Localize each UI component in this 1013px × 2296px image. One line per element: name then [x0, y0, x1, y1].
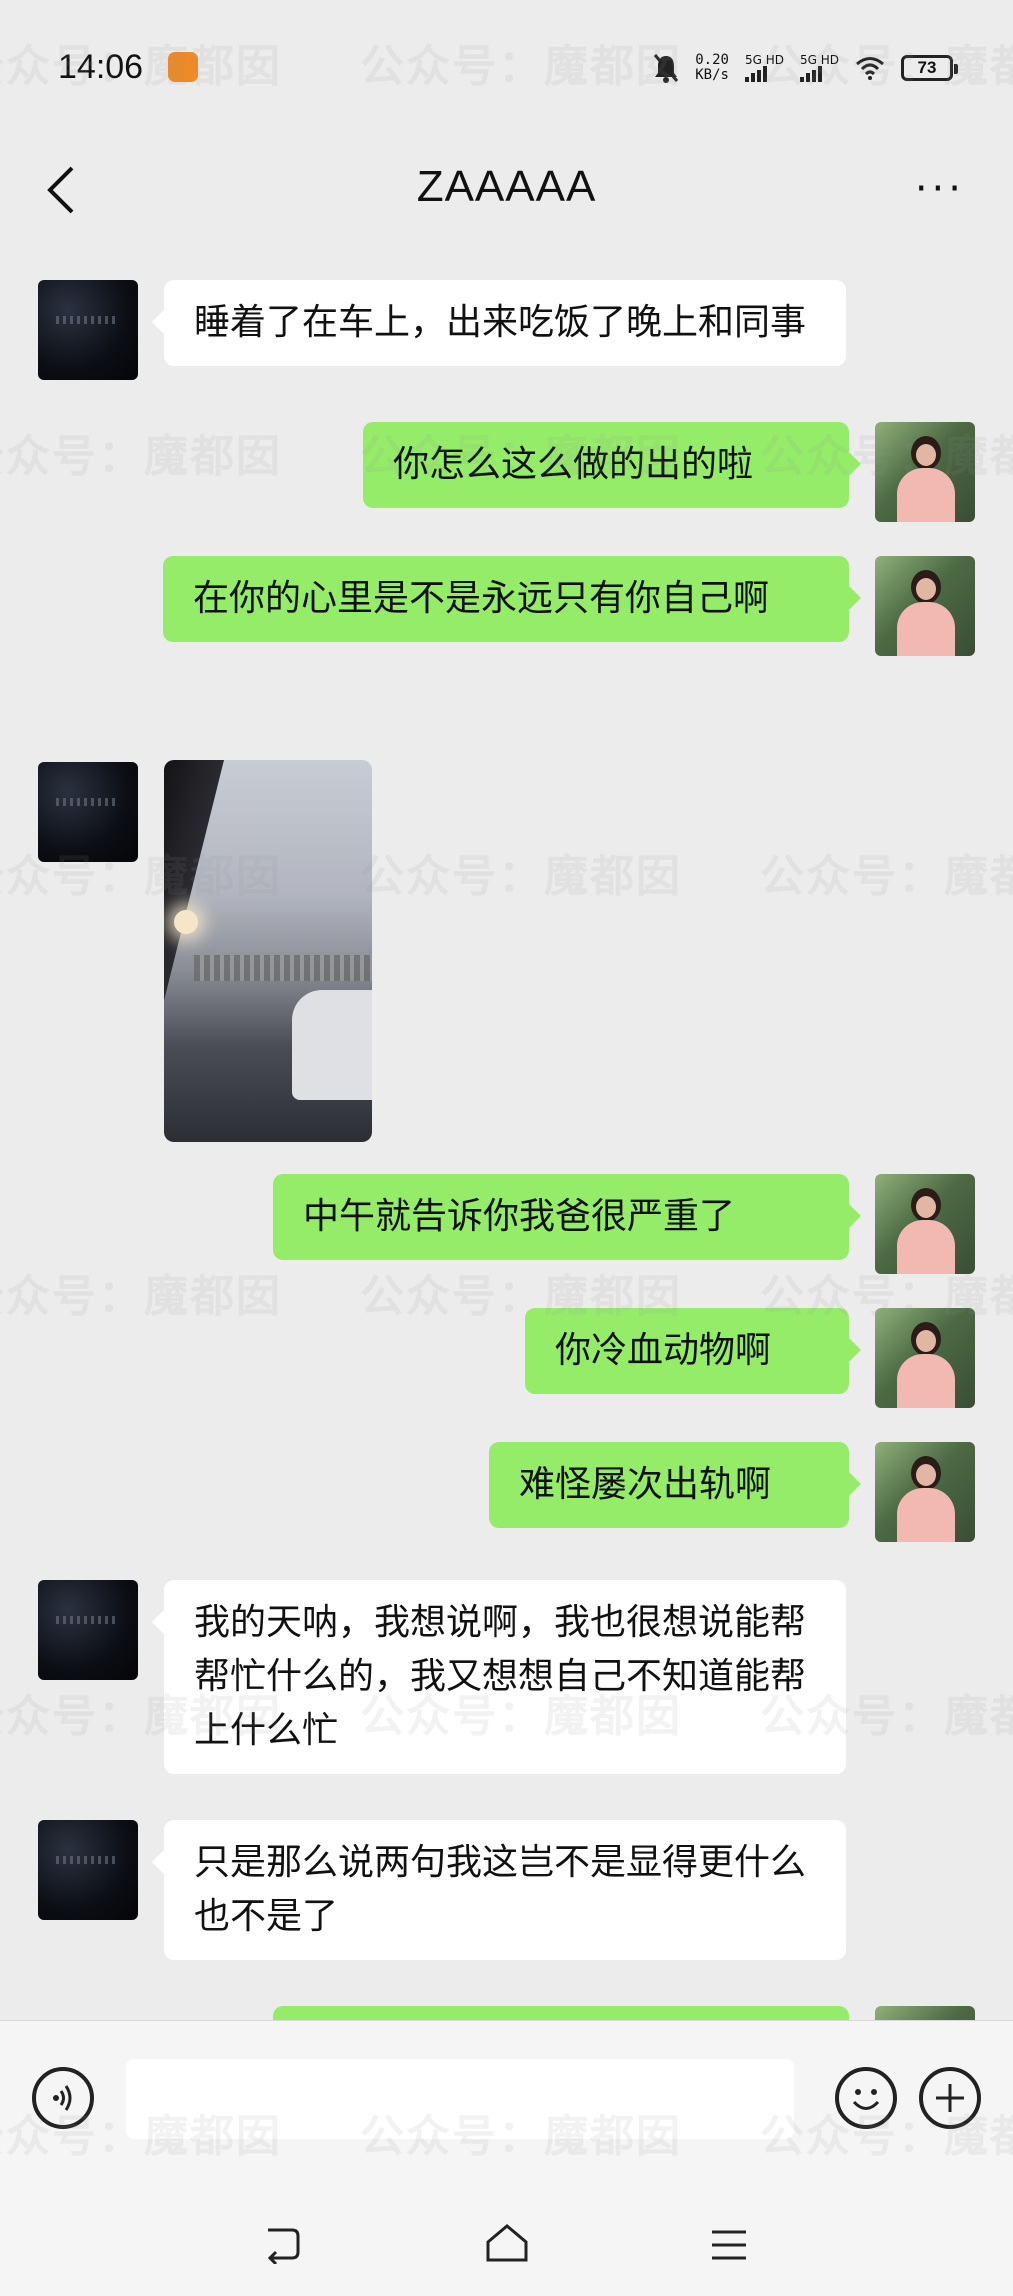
contact-avatar[interactable]: [38, 1580, 138, 1680]
sim1-label: 5G HD: [744, 53, 784, 67]
signal-bars-icon: [744, 66, 767, 82]
message-bubble[interactable]: 中午就告诉你我爸很严重了: [273, 1174, 861, 1260]
contact-avatar[interactable]: [38, 1820, 138, 1920]
network-speed-value: 0.20: [695, 52, 729, 68]
contact-avatar[interactable]: [38, 280, 138, 380]
chat-title: ZAAAAA: [416, 162, 597, 211]
sim2-label: 5G HD: [799, 53, 839, 67]
status-indicators: 0.20 KB/s 5G HD 5G HD 73: [653, 50, 958, 86]
system-nav-bar: [0, 2190, 1013, 2296]
signal-bars-icon: [799, 66, 822, 82]
message-bubble[interactable]: [273, 2006, 849, 2020]
user-avatar[interactable]: [875, 556, 975, 656]
user-avatar[interactable]: [875, 1174, 975, 1274]
signal-sim1: 5G HD: [744, 53, 784, 82]
signal-sim2: 5G HD: [799, 53, 839, 82]
message-input-bar: [0, 2020, 1013, 2191]
emoji-icon[interactable]: [835, 2067, 897, 2129]
image-message[interactable]: [164, 760, 372, 1142]
voice-icon[interactable]: [32, 2067, 94, 2129]
wifi-icon: [856, 57, 884, 80]
message-input[interactable]: [126, 2059, 794, 2139]
message-bubble[interactable]: 我的天呐，我想说啊，我也很想说能帮帮忙什么的，我又想想自己不知道能帮上什么忙: [152, 1580, 846, 1774]
plus-icon[interactable]: [919, 2067, 981, 2129]
status-bar: 14:06 0.20 KB/s 5G HD 5G HD 73: [0, 0, 1013, 140]
user-avatar[interactable]: [875, 1442, 975, 1542]
chat-messages[interactable]: 睡着了在车上，出来吃饭了晚上和同事 你怎么这么做的出的啦 在你的心里是不是永远只…: [0, 240, 1013, 2020]
message-bubble[interactable]: 难怪屡次出轨啊: [489, 1442, 861, 1528]
contact-avatar[interactable]: [38, 762, 138, 862]
status-time: 14:06: [58, 48, 144, 86]
user-avatar[interactable]: [875, 2006, 975, 2020]
message-bubble[interactable]: 你冷血动物啊: [525, 1308, 861, 1394]
mute-bell-icon: [654, 54, 679, 83]
message-bubble[interactable]: 在你的心里是不是永远只有你自己啊: [163, 556, 861, 642]
network-speed: 0.20 KB/s: [695, 53, 729, 83]
user-avatar[interactable]: [875, 422, 975, 522]
chat-header: ZAAAAA ···: [0, 140, 1013, 240]
message-bubble[interactable]: 你怎么这么做的出的啦: [363, 422, 861, 508]
battery-icon: 73: [901, 55, 958, 81]
message-bubble[interactable]: 睡着了在车上，出来吃饭了晚上和同事: [152, 280, 846, 366]
more-icon[interactable]: ···: [915, 166, 965, 212]
nav-back-icon[interactable]: [262, 2224, 302, 2264]
message-bubble[interactable]: 只是那么说两句我这岂不是显得更什么也不是了: [152, 1820, 846, 1960]
nav-menu-icon[interactable]: [710, 2226, 748, 2264]
app-notification-icon: [168, 52, 198, 82]
network-speed-unit: KB/s: [695, 67, 729, 83]
user-avatar[interactable]: [875, 1308, 975, 1408]
nav-home-icon[interactable]: [484, 2220, 530, 2266]
